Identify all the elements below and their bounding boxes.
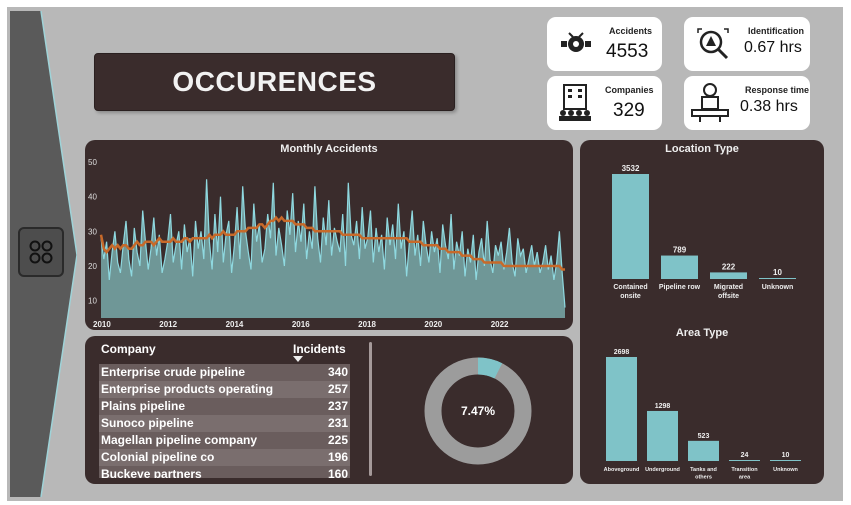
bar [710, 272, 747, 279]
bar [688, 440, 719, 461]
x-tick-label: 2016 [292, 320, 310, 329]
company-name: Buckeye partners [101, 467, 202, 478]
bar-category-label: Tanks and [690, 467, 717, 473]
bar-category-label: Pipeline row [659, 284, 701, 291]
donut-center-label: 7.47% [461, 404, 495, 418]
bar-category-label: Unknown [773, 467, 798, 473]
table-row[interactable]: Plains pipeline 237 [99, 398, 350, 416]
bar-value-label: 10 [773, 268, 782, 277]
y-tick-label: 10 [88, 297, 97, 306]
kpi-accidents-value: 4553 [606, 41, 649, 62]
bar-value-label: 3532 [622, 164, 640, 173]
table-header-company[interactable]: Company [101, 342, 156, 356]
bar-value-label: 222 [722, 262, 736, 271]
kpi-accidents-card: Accidents 4553 [547, 17, 662, 71]
location-area-panel: Location Type Area Type 3532 Contained ons… [580, 140, 824, 484]
bar-category-label: onsite [620, 293, 641, 300]
search-alert-icon [697, 28, 729, 60]
incident-count: 196 [327, 450, 348, 464]
bar [612, 174, 649, 279]
table-header-incidents[interactable]: Incidents [293, 342, 346, 356]
monthly-accidents-panel: Monthly Accidents 10 20 30 40 50 2010 2012 2014… [85, 140, 573, 330]
incident-count: 160 [327, 467, 348, 478]
bar-category-label: Unknown [762, 284, 794, 291]
bar [661, 255, 698, 279]
kpi-response-label: Response time [745, 85, 810, 95]
company-name: Plains pipeline [101, 399, 186, 413]
incident-count: 231 [327, 416, 348, 430]
monthly-accidents-chart: 10 20 30 40 50 2010 2012 2014 2016 2018 2020 2022 [88, 158, 566, 329]
y-tick-label: 40 [88, 193, 97, 202]
donut-chart: 7.47% [424, 357, 532, 465]
bar-value-label: 1298 [655, 403, 671, 410]
page-title: OCCURENCES [172, 66, 377, 97]
table-row[interactable]: Buckeye partners 160 [99, 466, 350, 478]
kpi-identification-card: Identification 0.67 hrs [684, 17, 810, 71]
kpi-accidents-label: Accidents [609, 26, 653, 36]
kpi-companies-value: 329 [613, 100, 645, 121]
bar-value-label: 789 [673, 246, 687, 255]
bar [729, 460, 760, 461]
company-name: Enterprise products operating [101, 382, 274, 396]
donut-share-slice [477, 357, 503, 379]
kpi-response-value: 0.38 hrs [740, 98, 798, 115]
kpi-identification-label: Identification [748, 26, 804, 36]
x-tick-label: 2022 [491, 320, 509, 329]
incident-count: 225 [327, 433, 348, 447]
incident-count: 237 [327, 399, 348, 413]
company-name: Magellan pipeline company [101, 433, 258, 447]
sort-desc-icon[interactable] [293, 356, 303, 362]
table-row[interactable]: Enterprise crude pipeline 340 [99, 364, 350, 382]
x-tick-label: 2020 [424, 320, 442, 329]
nav-menu-button[interactable] [18, 227, 64, 277]
bar-category-label: Contained [613, 284, 647, 291]
company-name: Enterprise crude pipeline [101, 365, 246, 379]
bar [759, 278, 796, 279]
table-row[interactable]: Colonial pipeline co 196 [99, 449, 350, 467]
table-scrollbar[interactable] [369, 342, 372, 476]
bar-value-label: 10 [782, 452, 790, 459]
bar [647, 410, 678, 461]
bar-category-label: Aboveground [604, 467, 640, 473]
grid-icon [29, 240, 53, 264]
worker-pipe-icon [691, 83, 729, 122]
bar-category-label: Transition [731, 467, 758, 473]
incident-count: 257 [327, 382, 348, 396]
bar-value-label: 523 [698, 433, 710, 440]
bar-charts: 3532 Contained onsite 789 Pipeline row 222 Mig… [604, 164, 801, 481]
bar [770, 460, 801, 461]
bar-category-label: offsite [718, 293, 739, 300]
bar-value-label: 2698 [614, 349, 630, 356]
incident-count: 340 [327, 365, 348, 379]
bar-category-label: Migrated [714, 284, 743, 291]
kpi-companies-label: Companies [605, 85, 654, 95]
y-tick-label: 20 [88, 262, 97, 271]
company-name: Colonial pipeline co [101, 450, 215, 464]
table-row[interactable]: Magellan pipeline company 225 [99, 432, 350, 450]
bar-category-label: Underground [645, 467, 680, 473]
y-tick-label: 30 [88, 227, 97, 236]
table-row[interactable]: Enterprise products operating 257 [99, 381, 350, 399]
company-table-panel: Company Incidents Enterprise crude pipel… [85, 336, 573, 484]
kpi-companies-card: Companies 329 [547, 76, 662, 130]
bar-category-label: others [695, 475, 712, 481]
table-row[interactable]: Sunoco pipeline 231 [99, 415, 350, 433]
kpi-response-card: Response time 0.38 hrs [684, 76, 810, 130]
page-title-box: OCCURENCES [94, 53, 455, 111]
x-tick-label: 2014 [226, 320, 244, 329]
table-body: Enterprise crude pipeline 340 Enterprise p… [85, 364, 355, 478]
y-tick-label: 50 [88, 158, 97, 167]
x-tick-label: 2010 [93, 320, 111, 329]
bar-category-label: area [739, 475, 751, 481]
building-people-icon [559, 84, 591, 121]
x-tick-label: 2018 [358, 320, 376, 329]
kpi-identification-value: 0.67 hrs [744, 39, 802, 56]
gear-injury-icon [561, 32, 591, 52]
bar [606, 357, 637, 461]
bar-value-label: 24 [741, 452, 749, 459]
company-name: Sunoco pipeline [101, 416, 194, 430]
x-tick-label: 2012 [159, 320, 177, 329]
